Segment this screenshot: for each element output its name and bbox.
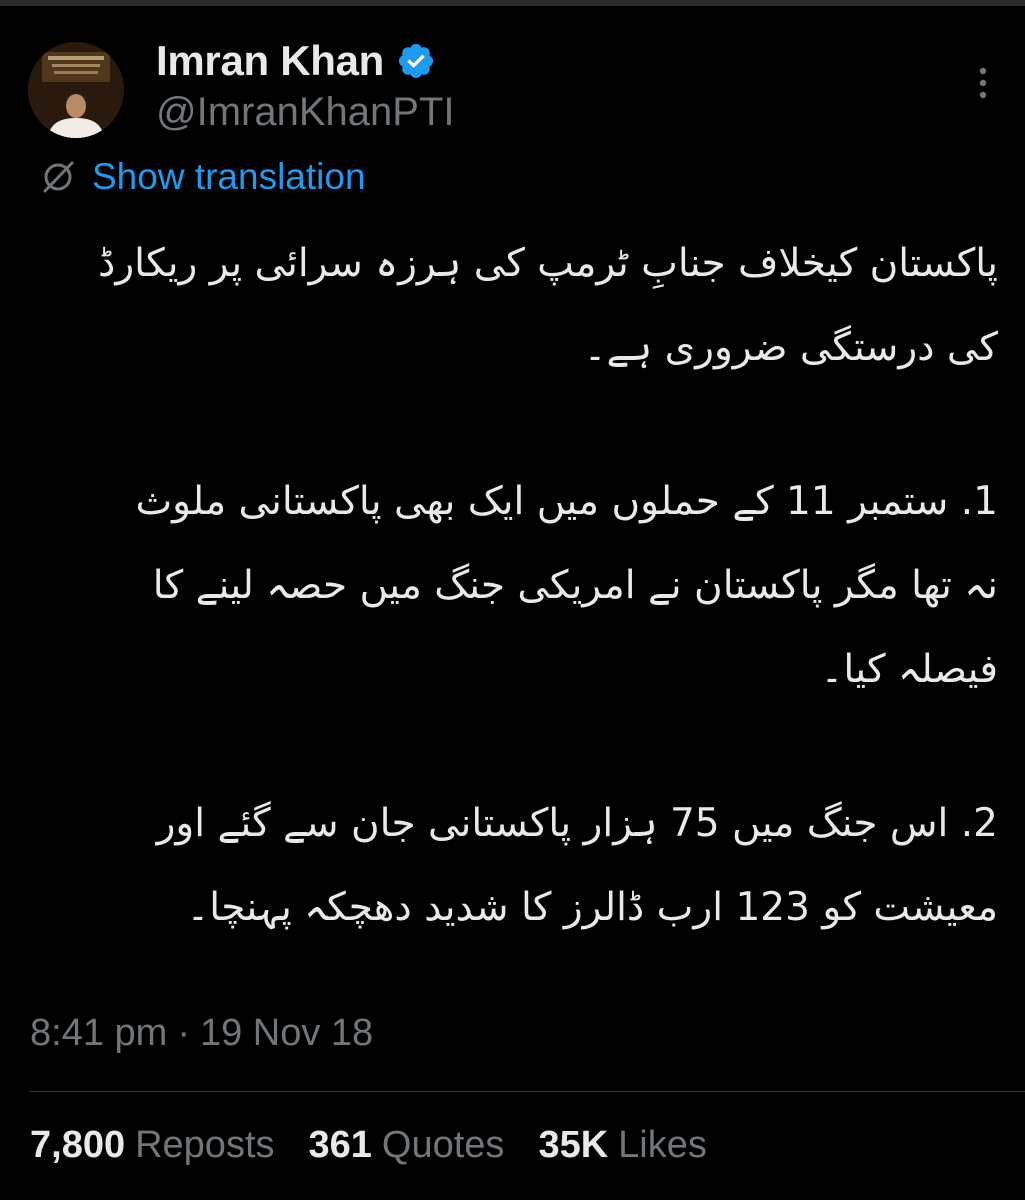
timestamp-separator: · (177, 1012, 190, 1054)
show-translation-link[interactable]: Show translation (38, 154, 366, 200)
quotes-count: 361 (308, 1124, 372, 1166)
reposts-count: 7,800 (30, 1124, 126, 1166)
author-name-row: Imran Khan (156, 36, 436, 86)
reposts-stat[interactable]: 7,800 Reposts (30, 1124, 275, 1167)
likes-stat[interactable]: 35K Likes (538, 1124, 706, 1167)
avatar[interactable] (28, 42, 124, 138)
more-dots-icon (979, 67, 987, 99)
reposts-label: Reposts (135, 1124, 275, 1166)
quotes-label: Quotes (381, 1124, 505, 1166)
quotes-stat[interactable]: 361 Quotes (309, 1124, 505, 1167)
avatar-image (28, 42, 124, 138)
likes-count: 35K (538, 1124, 609, 1166)
author-name[interactable]: Imran Khan (156, 37, 384, 85)
author-handle[interactable]: @ImranKhanPTI (156, 90, 455, 135)
tweet-timestamp[interactable]: 8:41 pm · 19 Nov 18 (30, 1012, 373, 1055)
more-options-button[interactable] (968, 58, 998, 108)
verified-badge-icon (398, 43, 434, 79)
translate-icon (43, 161, 74, 193)
tweet-paragraph-3: 2. اس جنگ میں 75 ہزار پاکستانی جان سے گئ… (156, 801, 998, 930)
tweet-text: پاکستان کیخلاف جنابِ ٹرمپ کی ہرزہ سرائی … (30, 222, 998, 950)
tweet-date: 19 Nov 18 (199, 1012, 374, 1054)
tweet-time: 8:41 pm (30, 1012, 168, 1054)
tweet-paragraph-2: 1. ستمبر 11 کے حملوں میں ایک بھی پاکستان… (135, 479, 998, 692)
show-translation-label: Show translation (92, 156, 366, 197)
stats-divider (30, 1091, 1025, 1092)
likes-label: Likes (618, 1124, 707, 1166)
top-divider (0, 0, 1025, 6)
tweet-stats: 7,800 Reposts 361 Quotes 35K Likes (30, 1124, 707, 1167)
tweet-header: Imran Khan @ImranKhanPTI (28, 36, 998, 140)
tweet-paragraph-1: پاکستان کیخلاف جنابِ ٹرمپ کی ہرزہ سرائی … (97, 241, 998, 370)
